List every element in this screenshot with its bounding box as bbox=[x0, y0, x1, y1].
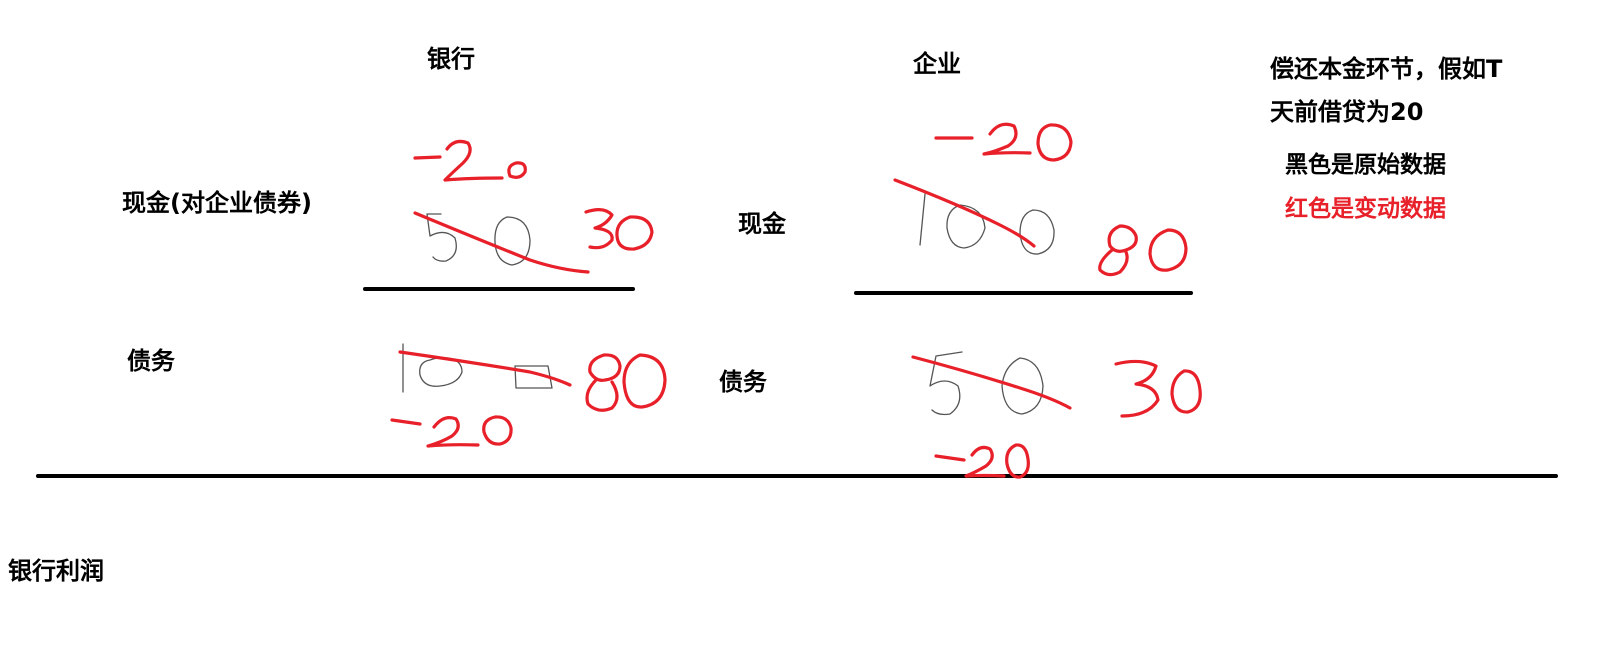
bank-debt-strike bbox=[398, 350, 572, 387]
enterprise-debt-original-50 bbox=[929, 351, 1044, 416]
bank-debt-new-80 bbox=[585, 353, 667, 412]
bank-debt-change-minus-20 bbox=[390, 415, 513, 448]
diagram-canvas: 银行 企业 现金(对企业债券) 债务 现金 债务 银行利润 偿还本金环节，假如T… bbox=[0, 0, 1623, 672]
bank-cash-new-30 bbox=[584, 208, 654, 251]
enterprise-debt-new-30 bbox=[1114, 359, 1202, 418]
enterprise-cash-change-minus-20 bbox=[934, 122, 1073, 162]
enterprise-cash-strike bbox=[893, 178, 1036, 248]
enterprise-cash-new-80 bbox=[1098, 224, 1188, 277]
bank-debt-original-100 bbox=[402, 343, 553, 393]
bank-cash-strike bbox=[413, 211, 590, 274]
handwriting-layer bbox=[36, 122, 1558, 479]
enterprise-debt-change-minus-20 bbox=[934, 443, 1030, 479]
bank-cash-change-minus-20 bbox=[413, 139, 527, 182]
